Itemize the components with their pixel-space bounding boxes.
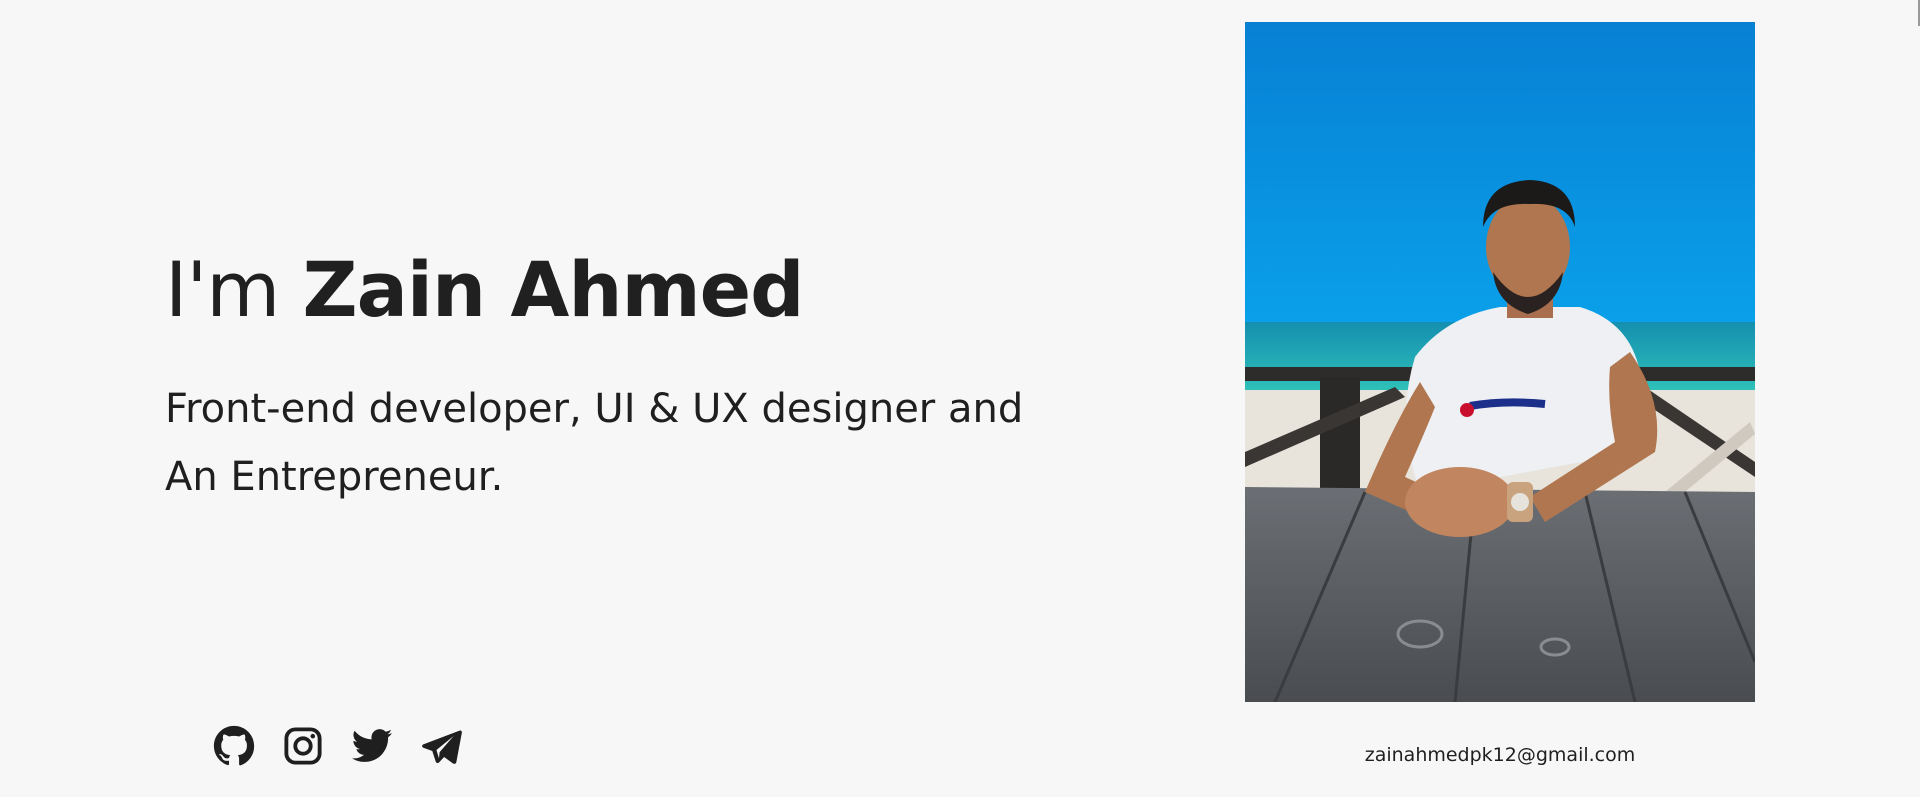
tagline-line-1: Front-end developer, UI & UX designer an… — [165, 386, 1024, 432]
profile-photo-illustration — [1245, 22, 1755, 702]
greeting-text: I'm — [165, 245, 280, 334]
hero-tagline: Front-end developer, UI & UX designer an… — [165, 375, 1045, 511]
twitter-link[interactable] — [351, 725, 393, 767]
owner-name: Zain Ahmed — [302, 245, 805, 334]
instagram-icon — [284, 727, 322, 765]
telegram-icon — [422, 730, 462, 764]
hero-headline: I'm Zain Ahmed — [165, 240, 1065, 340]
instagram-link[interactable] — [282, 725, 324, 767]
social-links — [213, 725, 462, 767]
twitter-icon — [351, 729, 393, 762]
profile-photo — [1245, 22, 1755, 702]
hero-section: I'm Zain Ahmed Front-end developer, UI &… — [165, 240, 1065, 511]
portfolio-page: I'm Zain Ahmed Front-end developer, UI &… — [0, 0, 1920, 797]
tagline-line-2: An Entrepreneur. — [165, 454, 504, 500]
email-link[interactable]: zainahmedpk12@gmail.com — [1245, 741, 1755, 769]
telegram-link[interactable] — [420, 725, 462, 767]
github-icon — [213, 725, 255, 766]
github-link[interactable] — [213, 725, 255, 767]
